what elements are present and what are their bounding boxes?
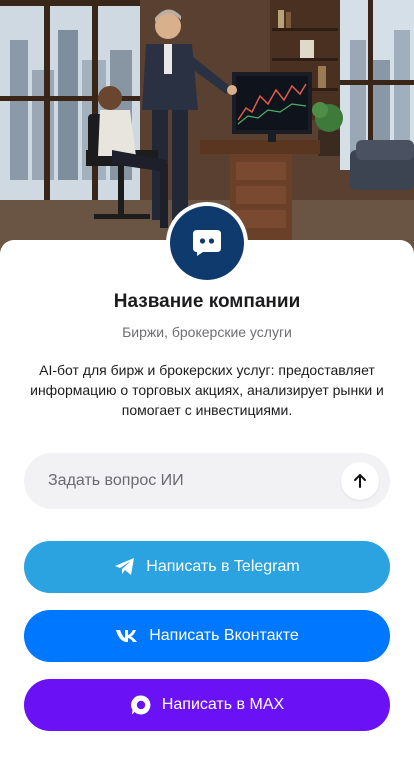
max-button-label: Написать в MAX — [161, 696, 285, 713]
vk-icon — [115, 629, 139, 643]
company-name: Название компании — [113, 291, 301, 312]
vk-button[interactable]: Написать Вконтакте — [24, 610, 390, 662]
company-description: AI-бот для бирж и брокерских услуг: пред… — [30, 362, 384, 418]
chat-bot-icon — [193, 230, 221, 256]
send-button[interactable] — [341, 462, 379, 500]
telegram-button[interactable]: Написать в Telegram — [24, 541, 390, 593]
telegram-button-label: Написать в Telegram — [146, 558, 300, 575]
arrow-up-icon — [354, 474, 366, 488]
avatar-ring — [166, 202, 248, 284]
ask-ai-placeholder: Задать вопрос ИИ — [48, 472, 184, 489]
company-category: Биржи, брокерские услуги — [122, 324, 292, 340]
max-button[interactable]: Написать в MAX — [24, 679, 390, 731]
avatar — [170, 206, 244, 280]
vk-button-label: Написать Вконтакте — [149, 627, 299, 644]
telegram-icon — [114, 557, 136, 577]
ask-ai-input[interactable]: Задать вопрос ИИ — [24, 453, 390, 509]
max-icon — [130, 694, 152, 716]
